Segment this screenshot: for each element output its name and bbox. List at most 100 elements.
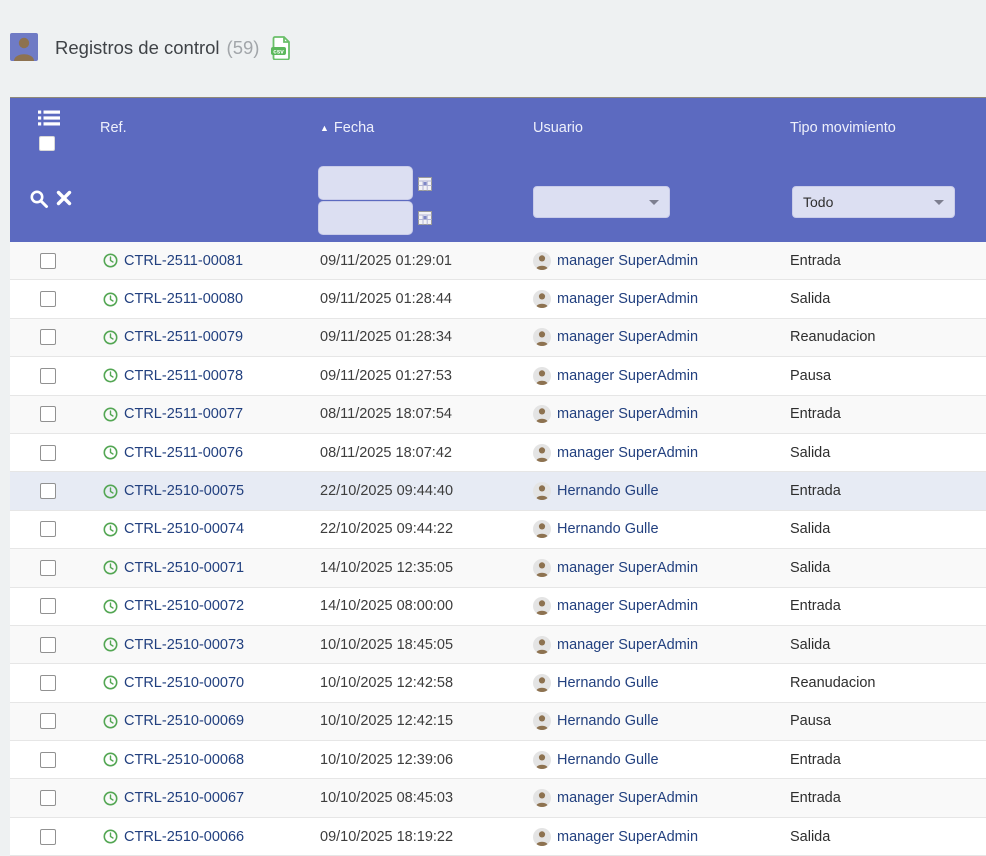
user-link[interactable]: Hernando Gulle	[557, 752, 659, 768]
chevron-down-icon	[649, 200, 659, 205]
user-link[interactable]: manager SuperAdmin	[557, 598, 698, 614]
record-ref-link[interactable]: CTRL-2510-00070	[124, 675, 244, 691]
record-ref-link[interactable]: CTRL-2510-00071	[124, 560, 244, 576]
row-checkbox[interactable]	[40, 406, 56, 422]
clock-icon	[103, 330, 118, 345]
record-ref-link[interactable]: CTRL-2511-00079	[124, 329, 243, 345]
record-ref-link[interactable]: CTRL-2510-00066	[124, 829, 244, 845]
record-date: 22/10/2025 09:44:22	[320, 521, 533, 537]
record-ref-link[interactable]: CTRL-2511-00080	[124, 291, 243, 307]
clock-icon	[103, 445, 118, 460]
table-row: CTRL-2511-00079 09/11/2025 01:28:34 mana…	[10, 319, 986, 357]
column-header-ref[interactable]: Ref.	[100, 120, 127, 136]
row-checkbox[interactable]	[40, 483, 56, 499]
user-link[interactable]: manager SuperAdmin	[557, 368, 698, 384]
record-ref-link[interactable]: CTRL-2510-00068	[124, 752, 244, 768]
record-ref-link[interactable]: CTRL-2510-00067	[124, 790, 244, 806]
user-link[interactable]: Hernando Gulle	[557, 713, 659, 729]
user-link[interactable]: manager SuperAdmin	[557, 253, 698, 269]
record-ref-link[interactable]: CTRL-2510-00069	[124, 713, 244, 729]
row-checkbox[interactable]	[40, 713, 56, 729]
column-header-fecha[interactable]: ▲ Fecha	[320, 120, 374, 136]
record-ref-link[interactable]: CTRL-2511-00078	[124, 368, 243, 384]
user-link[interactable]: manager SuperAdmin	[557, 829, 698, 845]
row-checkbox[interactable]	[40, 560, 56, 576]
movement-type: Entrada	[790, 752, 986, 768]
date-from-input[interactable]	[318, 166, 413, 200]
user-link[interactable]: manager SuperAdmin	[557, 291, 698, 307]
record-ref-link[interactable]: CTRL-2511-00081	[124, 253, 243, 269]
row-checkbox[interactable]	[40, 752, 56, 768]
row-checkbox[interactable]	[40, 521, 56, 537]
record-date: 10/10/2025 08:45:03	[320, 790, 533, 806]
movement-type: Salida	[790, 291, 986, 307]
control-records-table: Ref. ▲ Fecha Usuario Tipo movimiento	[10, 97, 986, 856]
table-row: CTRL-2510-00068 10/10/2025 12:39:06 Hern…	[10, 741, 986, 779]
row-checkbox[interactable]	[40, 675, 56, 691]
movement-type: Salida	[790, 637, 986, 653]
record-ref-link[interactable]: CTRL-2510-00072	[124, 598, 244, 614]
search-icon[interactable]	[29, 189, 49, 214]
user-link[interactable]: manager SuperAdmin	[557, 406, 698, 422]
table-row: CTRL-2511-00081 09/11/2025 01:29:01 mana…	[10, 242, 986, 280]
select-all-checkbox[interactable]	[39, 136, 55, 151]
user-avatar-icon	[533, 482, 551, 500]
user-avatar-icon	[533, 252, 551, 270]
user-avatar-icon	[533, 597, 551, 615]
user-avatar-icon	[533, 674, 551, 692]
row-checkbox[interactable]	[40, 445, 56, 461]
column-header-tipo[interactable]: Tipo movimiento	[790, 120, 896, 136]
record-date: 10/10/2025 12:39:06	[320, 752, 533, 768]
user-link[interactable]: manager SuperAdmin	[557, 445, 698, 461]
movement-type: Salida	[790, 560, 986, 576]
page-header: Registros de control (59) csv	[0, 0, 986, 97]
row-checkbox[interactable]	[40, 368, 56, 384]
calendar-icon[interactable]	[418, 211, 432, 225]
csv-export-icon[interactable]: csv	[269, 36, 292, 60]
usuario-filter-select[interactable]	[533, 186, 670, 218]
record-ref-link[interactable]: CTRL-2511-00077	[124, 406, 243, 422]
row-checkbox[interactable]	[40, 598, 56, 614]
row-checkbox[interactable]	[40, 329, 56, 345]
record-ref-link[interactable]: CTRL-2511-00076	[124, 445, 243, 461]
movement-type: Salida	[790, 521, 986, 537]
date-to-input[interactable]	[318, 201, 413, 235]
clear-filters-icon[interactable]	[56, 190, 72, 211]
calendar-icon[interactable]	[418, 177, 432, 191]
record-date: 09/11/2025 01:27:53	[320, 368, 533, 384]
row-checkbox[interactable]	[40, 637, 56, 653]
row-checkbox[interactable]	[40, 790, 56, 806]
row-checkbox[interactable]	[40, 253, 56, 269]
table-row: CTRL-2510-00066 09/10/2025 18:19:22 mana…	[10, 818, 986, 856]
user-link[interactable]: manager SuperAdmin	[557, 637, 698, 653]
clock-icon	[103, 752, 118, 767]
clock-icon	[103, 829, 118, 844]
record-ref-link[interactable]: CTRL-2510-00073	[124, 637, 244, 653]
movement-type: Entrada	[790, 253, 986, 269]
record-date: 10/10/2025 12:42:58	[320, 675, 533, 691]
user-link[interactable]: Hernando Gulle	[557, 675, 659, 691]
column-header-usuario[interactable]: Usuario	[533, 120, 583, 136]
clock-icon	[103, 599, 118, 614]
user-avatar-icon	[533, 828, 551, 846]
user-link[interactable]: manager SuperAdmin	[557, 329, 698, 345]
record-date: 14/10/2025 08:00:00	[320, 598, 533, 614]
record-date: 09/11/2025 01:29:01	[320, 253, 533, 269]
user-link[interactable]: manager SuperAdmin	[557, 560, 698, 576]
record-ref-link[interactable]: CTRL-2510-00075	[124, 483, 244, 499]
clock-icon	[103, 791, 118, 806]
record-count: (59)	[227, 37, 260, 59]
user-avatar-icon	[533, 559, 551, 577]
table-row: CTRL-2510-00070 10/10/2025 12:42:58 Hern…	[10, 664, 986, 702]
table-row: CTRL-2510-00072 14/10/2025 08:00:00 mana…	[10, 588, 986, 626]
row-checkbox[interactable]	[40, 291, 56, 307]
user-link[interactable]: Hernando Gulle	[557, 521, 659, 537]
user-link[interactable]: manager SuperAdmin	[557, 790, 698, 806]
movement-type: Entrada	[790, 598, 986, 614]
list-fields-icon[interactable]	[38, 110, 60, 131]
record-ref-link[interactable]: CTRL-2510-00074	[124, 521, 244, 537]
user-avatar-icon	[533, 712, 551, 730]
user-link[interactable]: Hernando Gulle	[557, 483, 659, 499]
row-checkbox[interactable]	[40, 829, 56, 845]
tipo-filter-select[interactable]: Todo	[792, 186, 955, 218]
